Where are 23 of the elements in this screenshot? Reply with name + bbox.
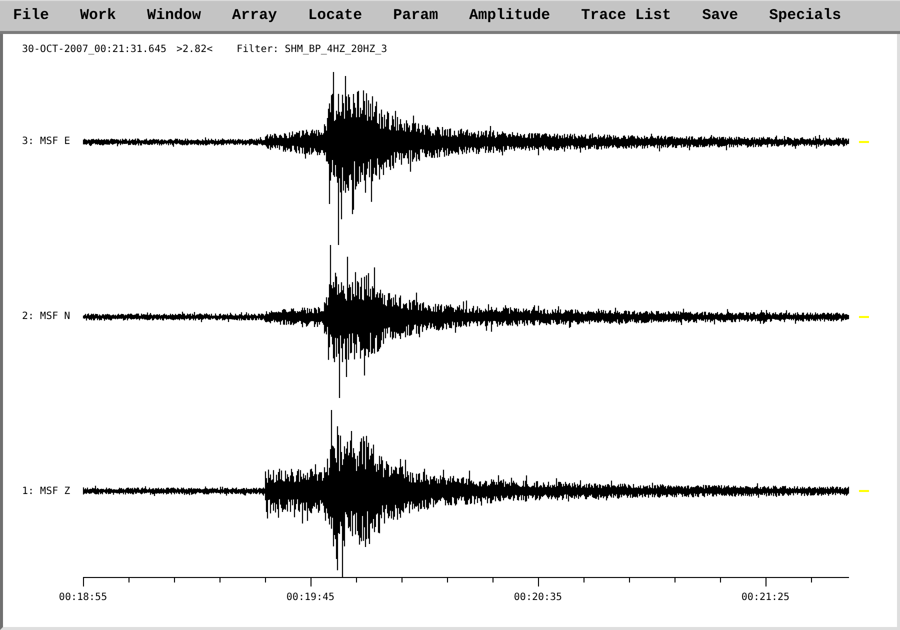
- trace-label: 2: MSF N: [22, 310, 72, 324]
- marker-icon: [859, 141, 869, 143]
- time-label: 00:18:55: [58, 592, 108, 603]
- marker-icon: [859, 490, 869, 492]
- menu-item[interactable]: Specials: [761, 6, 850, 26]
- menu-item[interactable]: Trace List: [573, 6, 680, 26]
- menu-item[interactable]: Param: [385, 6, 446, 26]
- trace-label: 1: MSF Z: [22, 485, 72, 499]
- time-label: 00:21:25: [741, 592, 790, 603]
- menu-item[interactable]: Amplitude: [461, 6, 558, 26]
- filter-label: Filter: SHM_BP_4HZ_20HZ_3: [236, 43, 388, 57]
- menu-item[interactable]: Array: [224, 6, 286, 26]
- time-label: 00:20:35: [514, 592, 562, 603]
- menu-item[interactable]: Work: [72, 6, 124, 26]
- marker-icon: [859, 316, 869, 318]
- menu-item[interactable]: File: [5, 6, 58, 26]
- menu-item[interactable]: Save: [694, 6, 746, 26]
- scale-value: >2.82<: [176, 43, 213, 57]
- time-label: 00:19:45: [286, 592, 335, 603]
- menu-item[interactable]: Window: [139, 6, 210, 26]
- timestamp-label: 30-OCT-2007_00:21:31.645: [22, 43, 166, 57]
- menu-item[interactable]: Locate: [300, 6, 370, 26]
- trace-label: 3: MSF E: [22, 135, 72, 149]
